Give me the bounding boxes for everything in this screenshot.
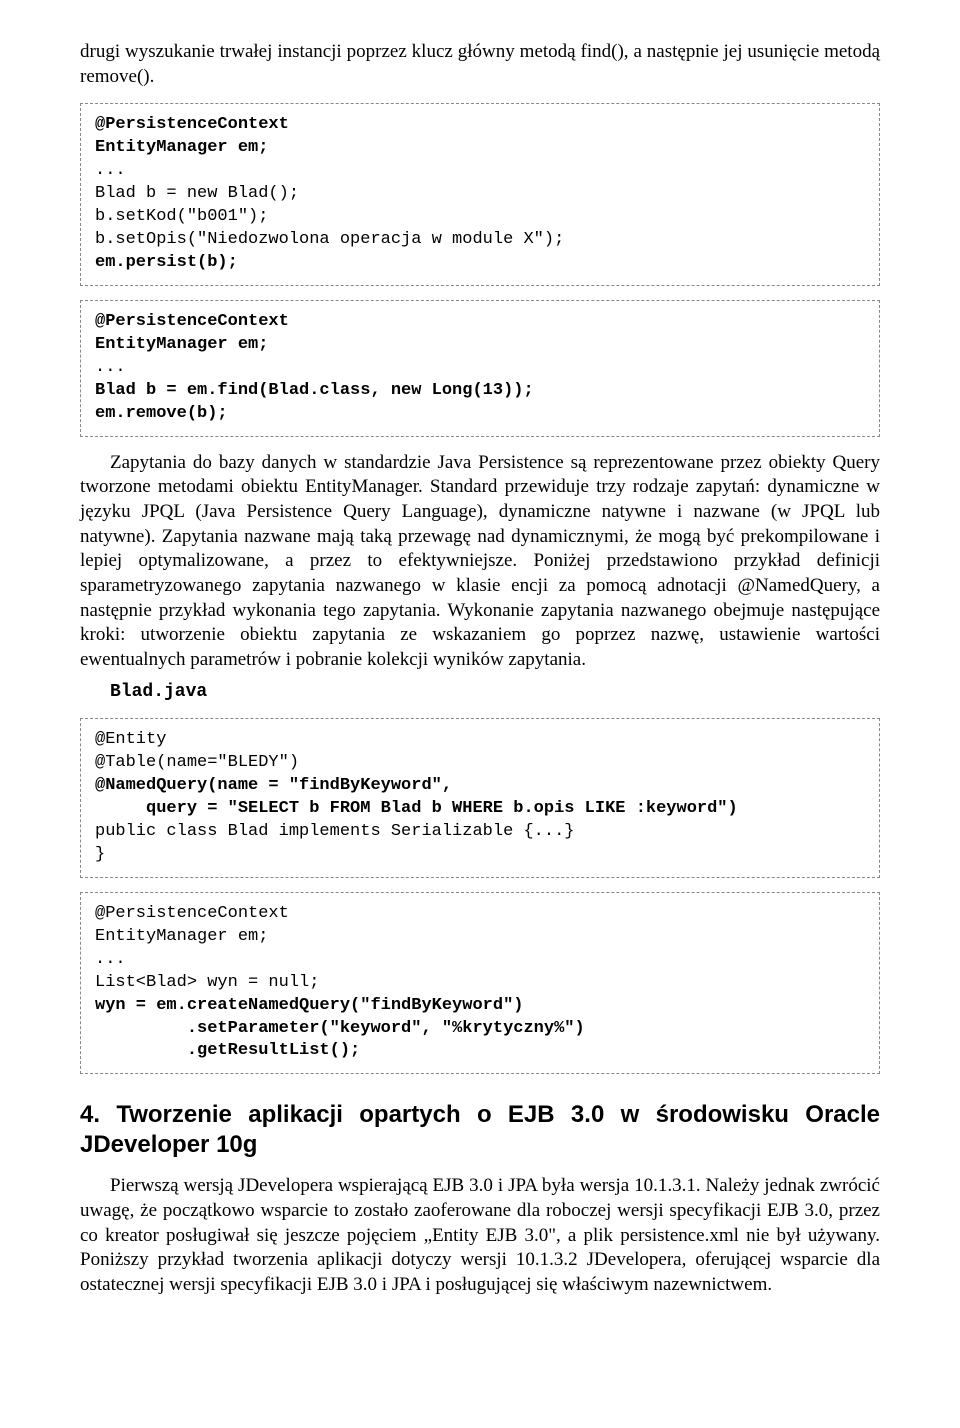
code-line: Blad b = em.find(Blad.class, new Long(13… <box>95 381 534 400</box>
code-line: EntityManager em; <box>95 138 268 157</box>
end-paragraph: Pierwszą wersją JDevelopera wspierającą … <box>80 1174 880 1297</box>
code-line: @NamedQuery(name = "findByKeyword", <box>95 776 452 795</box>
code-line: query = "SELECT b FROM Blad b WHERE b.op… <box>95 799 738 818</box>
filename-label: Blad.java <box>110 681 880 704</box>
code-line: @Table(name="BLEDY") <box>95 753 299 772</box>
code-line: ... <box>95 161 126 180</box>
code-line: @PersistenceContext <box>95 312 289 331</box>
body-paragraph: Zapytania do bazy danych w standardzie J… <box>80 451 880 673</box>
code-line: ... <box>95 358 126 377</box>
code-block-persist: @PersistenceContext EntityManager em; ..… <box>80 103 880 286</box>
code-line: wyn = em.createNamedQuery("findByKeyword… <box>95 996 523 1015</box>
code-line: @PersistenceContext <box>95 904 289 923</box>
code-line: Blad b = new Blad(); <box>95 184 299 203</box>
code-line: b.setKod("b001"); <box>95 207 268 226</box>
code-line: EntityManager em; <box>95 335 268 354</box>
code-block-entity: @Entity @Table(name="BLEDY") @NamedQuery… <box>80 718 880 878</box>
code-block-namedquery: @PersistenceContext EntityManager em; ..… <box>80 892 880 1075</box>
code-line: EntityManager em; <box>95 927 268 946</box>
code-line: ... <box>95 950 126 969</box>
code-block-remove: @PersistenceContext EntityManager em; ..… <box>80 300 880 437</box>
section-heading: 4. Tworzenie aplikacji opartych o EJB 3.… <box>80 1100 880 1160</box>
code-line: em.remove(b); <box>95 404 228 423</box>
intro-paragraph: drugi wyszukanie trwałej instancji poprz… <box>80 40 880 89</box>
code-line: .getResultList(); <box>95 1041 360 1060</box>
code-line: } <box>95 845 105 864</box>
code-line: List<Blad> wyn = null; <box>95 973 319 992</box>
code-line: public class Blad implements Serializabl… <box>95 822 574 841</box>
code-line: b.setOpis("Niedozwolona operacja w modul… <box>95 230 564 249</box>
code-line: em.persist(b); <box>95 253 238 272</box>
code-line: .setParameter("keyword", "%krytyczny%") <box>95 1019 585 1038</box>
code-line: @Entity <box>95 730 166 749</box>
code-line: @PersistenceContext <box>95 115 289 134</box>
